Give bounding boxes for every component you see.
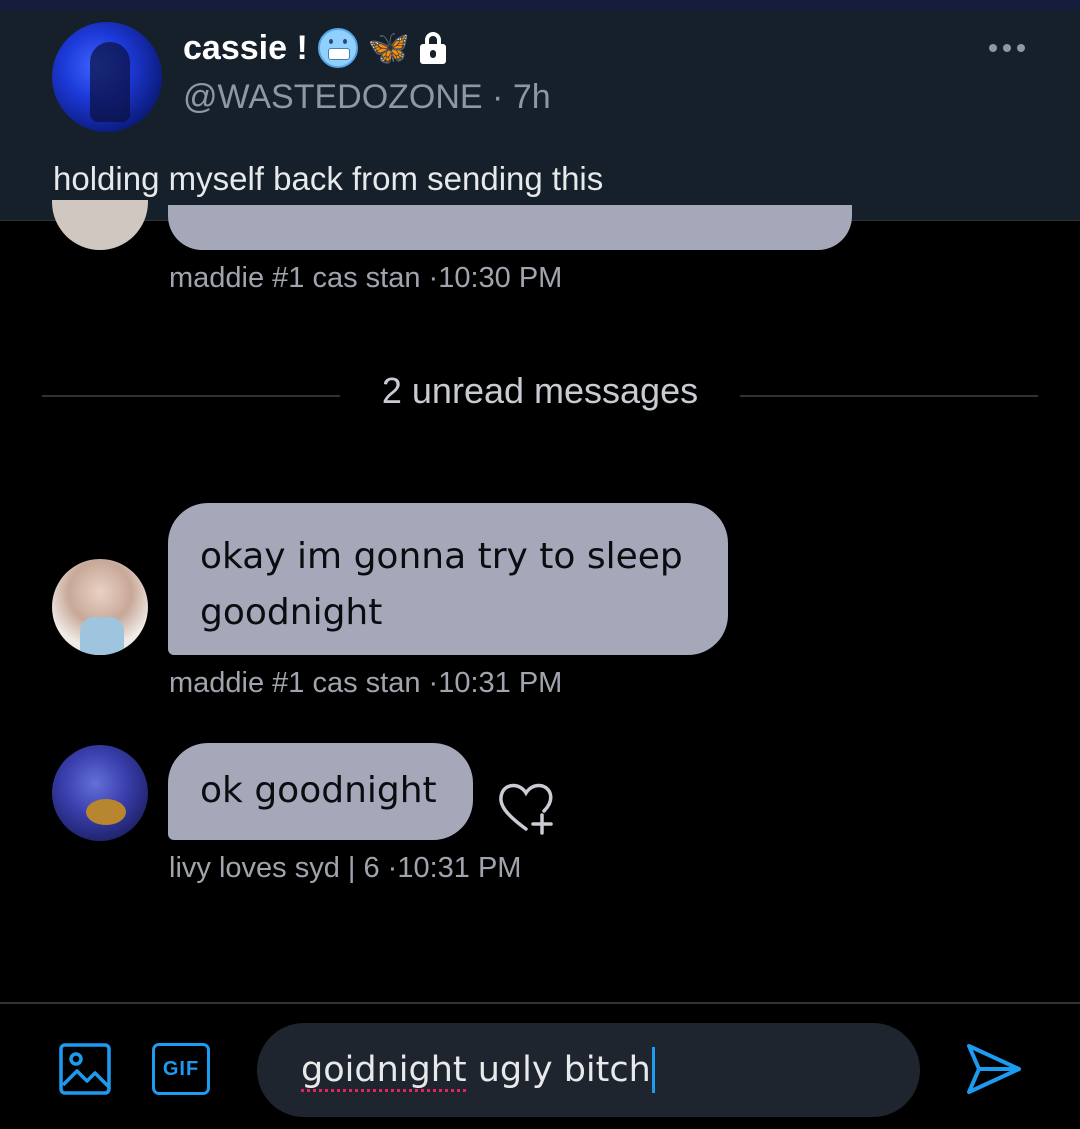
tweet-header: cassie ! 🦋 @WASTEDOZONE · 7h holding mys…	[0, 10, 1080, 221]
tweet-time: · 7h	[492, 78, 551, 116]
gif-button[interactable]: GIF	[152, 1043, 210, 1095]
message-text-line: goodnight	[200, 592, 383, 633]
previous-message-avatar	[52, 200, 148, 250]
misspelled-word: goidnight	[301, 1050, 467, 1090]
previous-message-meta: maddie #1 cas stan ·10:30 PM	[169, 262, 562, 295]
avatar[interactable]	[52, 745, 148, 841]
message-sender: maddie #1 cas stan	[169, 262, 421, 294]
unread-messages-label: 2 unread messages	[381, 370, 699, 411]
author-name-row: cassie ! 🦋	[183, 28, 447, 68]
lock-icon	[420, 32, 447, 64]
cold-face-emoji-icon	[317, 28, 358, 68]
avatar[interactable]	[52, 22, 162, 132]
top-status-strip	[0, 0, 1080, 10]
message-meta: livy loves syd | 6 ·10:31 PM	[169, 852, 521, 885]
message-time: ·10:31 PM	[428, 667, 563, 699]
message-meta: maddie #1 cas stan ·10:31 PM	[169, 667, 562, 700]
compose-divider	[0, 1002, 1080, 1004]
message-sender: livy loves syd | 6	[169, 852, 380, 884]
display-name[interactable]: cassie !	[183, 29, 308, 68]
unread-divider-line-right	[740, 395, 1038, 397]
more-options-icon[interactable]	[989, 44, 1025, 52]
text-caret	[651, 1047, 655, 1093]
author-handle[interactable]: @WASTEDOZONE	[183, 78, 483, 116]
send-icon[interactable]	[965, 1042, 1023, 1096]
message-time: ·10:30 PM	[428, 262, 563, 294]
message-compose-input[interactable]: goidnight ugly bitch	[257, 1023, 920, 1117]
message-bubble[interactable]: ok goodnight	[168, 743, 473, 840]
tweet-text: holding myself back from sending this	[53, 160, 604, 197]
previous-message-bubble[interactable]	[168, 205, 852, 250]
image-upload-icon[interactable]	[59, 1043, 111, 1095]
message-time: ·10:31 PM	[387, 852, 522, 884]
unread-divider-line-left	[42, 395, 340, 397]
add-reaction-heart-icon[interactable]	[496, 779, 556, 835]
compose-text: ugly bitch	[466, 1050, 651, 1090]
avatar[interactable]	[52, 559, 148, 655]
butterfly-icon: 🦋	[367, 29, 411, 67]
message-text-line: okay im gonna try to sleep	[200, 536, 683, 577]
message-text: ok goodnight	[200, 770, 437, 811]
handle-row: @WASTEDOZONE · 7h	[183, 78, 551, 117]
message-sender: maddie #1 cas stan	[169, 667, 421, 699]
message-bubble[interactable]: okay im gonna try to sleep goodnight	[168, 503, 728, 655]
